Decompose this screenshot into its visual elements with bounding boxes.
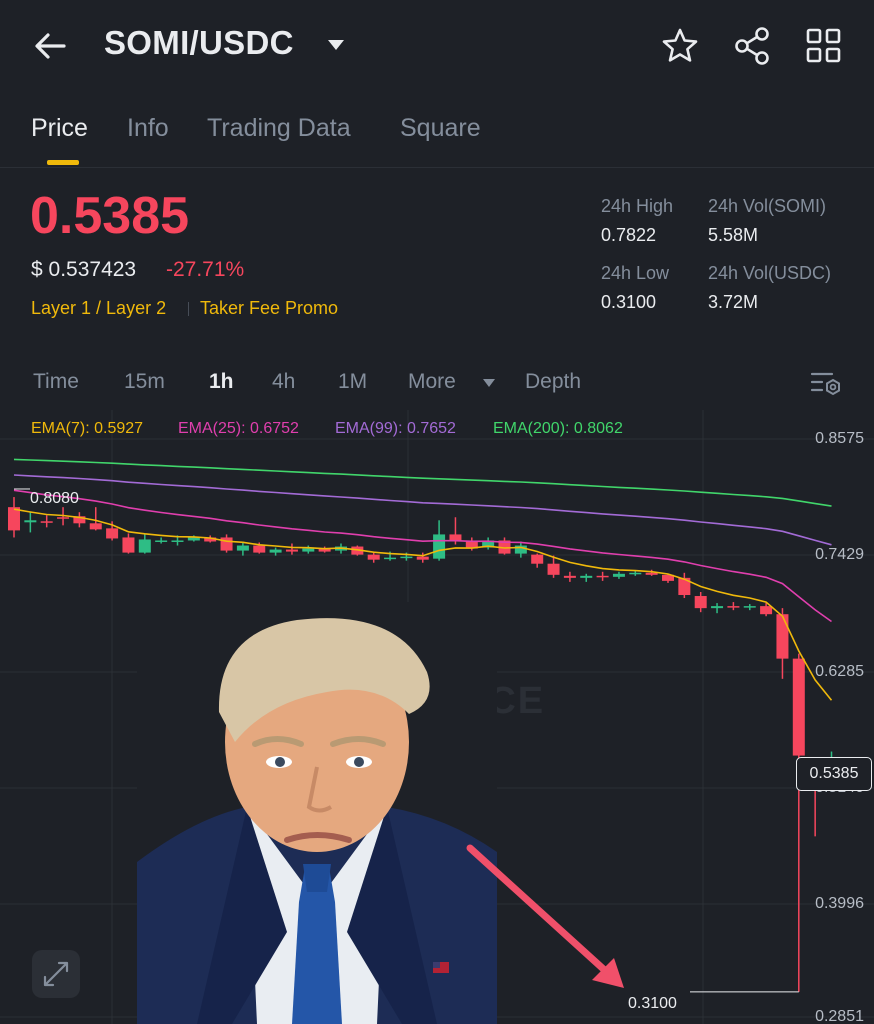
- stat-high-label: 24h High: [601, 196, 674, 216]
- interval-15m[interactable]: 15m: [124, 370, 165, 394]
- stat-vol-base-label: 24h Vol(SOMI): [708, 196, 827, 216]
- tag-promo[interactable]: Taker Fee Promo: [200, 298, 338, 319]
- last-price: 0.5385: [30, 187, 190, 245]
- stat-vol-quote-value: 3.72M: [708, 292, 759, 312]
- star-icon[interactable]: [658, 24, 702, 68]
- tab-price[interactable]: Price: [31, 114, 88, 143]
- top-bar: SOMI/USDC: [0, 0, 874, 92]
- red-arrow-annotation: [466, 844, 624, 988]
- pair-title[interactable]: SOMI/USDC: [104, 24, 294, 62]
- tab-trading-data[interactable]: Trading Data: [207, 114, 351, 143]
- interval-time[interactable]: Time: [33, 370, 79, 394]
- stat-high-value: 0.7822: [601, 225, 657, 245]
- active-tab-indicator: [47, 160, 79, 165]
- more-caret-icon[interactable]: [482, 378, 496, 388]
- price-change: -27.71%: [166, 258, 245, 281]
- grid-menu-icon[interactable]: [802, 24, 846, 68]
- price-chart[interactable]: NANCE EMA(7): 0.5927 EMA(25): 0.6752 EMA…: [0, 410, 874, 1024]
- caret-down-icon[interactable]: [326, 38, 346, 52]
- tab-info[interactable]: Info: [127, 114, 169, 143]
- tag-category[interactable]: Layer 1 / Layer 2: [31, 298, 166, 319]
- interval-depth[interactable]: Depth: [525, 370, 581, 394]
- share-icon[interactable]: [730, 24, 774, 68]
- tag-divider: [188, 302, 189, 316]
- back-arrow-icon[interactable]: [30, 26, 70, 66]
- interval-bar: Time 15m 1h 4h 1M More Depth: [0, 360, 874, 406]
- stat-vol-base-value: 5.58M: [708, 225, 759, 245]
- usd-price: $ 0.537423: [31, 258, 137, 281]
- stat-vol-quote-label: 24h Vol(USDC): [708, 263, 832, 283]
- chart-settings-icon[interactable]: [808, 368, 844, 398]
- stat-low-value: 0.3100: [601, 292, 657, 312]
- interval-1h[interactable]: 1h: [209, 370, 234, 394]
- tab-square[interactable]: Square: [400, 114, 481, 143]
- main-tabs: Price Info Trading Data Square: [0, 96, 874, 168]
- interval-1m[interactable]: 1M: [338, 370, 367, 394]
- stat-low-label: 24h Low: [601, 263, 670, 283]
- interval-more[interactable]: More: [408, 370, 456, 394]
- interval-4h[interactable]: 4h: [272, 370, 295, 394]
